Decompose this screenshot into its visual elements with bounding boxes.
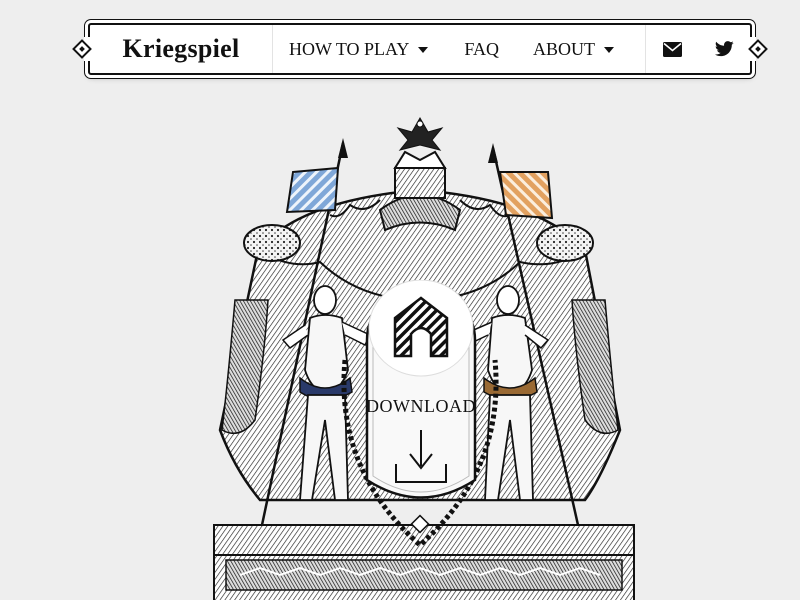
download-button[interactable]: DOWNLOAD: [353, 279, 489, 510]
caret-down-icon: [418, 46, 429, 53]
brand-link[interactable]: Kriegspiel: [90, 25, 273, 73]
caret-down-icon: [604, 46, 615, 53]
nav-faq[interactable]: FAQ: [446, 25, 517, 73]
app-logo-icon: [393, 296, 449, 358]
download-arrow-icon: [395, 430, 447, 483]
top-navbar: Kriegspiel HOW TO PLAY FAQ ABOUT: [72, 23, 768, 75]
envelope-icon[interactable]: [646, 25, 698, 73]
twitter-icon[interactable]: [698, 25, 750, 73]
page: Kriegspiel HOW TO PLAY FAQ ABOUT DOWNLOA…: [0, 0, 800, 600]
nav-faq-label: FAQ: [464, 38, 500, 59]
nav-how-to-play[interactable]: HOW TO PLAY: [273, 25, 446, 73]
pedestal: [213, 524, 635, 600]
download-label: DOWNLOAD: [366, 396, 476, 416]
nav-about-label: ABOUT: [533, 38, 596, 59]
nav-about[interactable]: ABOUT: [517, 25, 628, 73]
social-icons: [645, 25, 750, 73]
nav-how-to-play-label: HOW TO PLAY: [289, 38, 410, 59]
